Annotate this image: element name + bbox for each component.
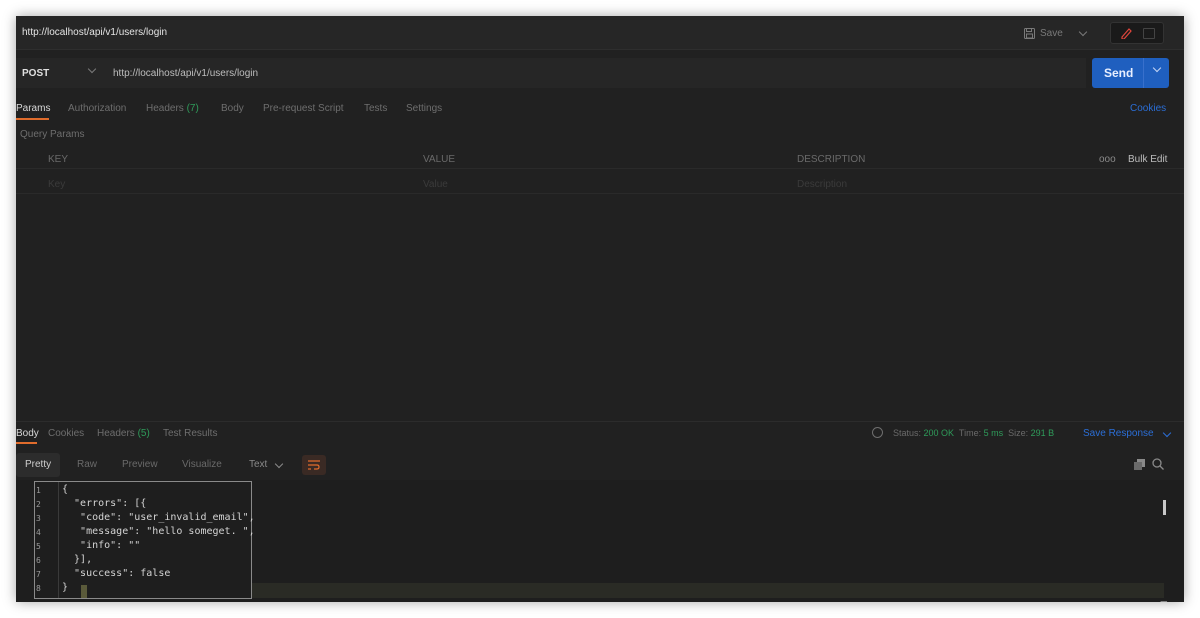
format-type-label: Text: [249, 459, 268, 470]
edit-toggle[interactable]: [1110, 22, 1164, 44]
code-selection-box: 1 2 3 4 5 6 7 8 { "errors": [{ "code": "…: [34, 481, 255, 599]
search-icon[interactable]: [1152, 458, 1164, 470]
save-label: Save: [1040, 27, 1063, 39]
key-input[interactable]: Key: [48, 179, 65, 190]
column-header-description: DESCRIPTION: [797, 154, 866, 165]
code-line: {: [62, 484, 69, 495]
format-tab-pretty[interactable]: Pretty: [16, 453, 61, 477]
method-select[interactable]: POST: [22, 68, 49, 79]
line-number: 6: [36, 556, 41, 565]
app-window: http://localhost/api/v1/users/login Save…: [16, 16, 1184, 602]
bulk-edit-button[interactable]: Bulk Edit: [1128, 154, 1167, 165]
format-tab-preview[interactable]: Preview: [113, 453, 167, 477]
chevron-down-icon[interactable]: [87, 64, 97, 74]
divider: [1143, 58, 1144, 88]
response-status: Status: 200 OK Time: 5 ms Size: 291 B: [893, 428, 1054, 438]
request-title[interactable]: http://localhost/api/v1/users/login: [22, 27, 167, 38]
response-divider[interactable]: [16, 421, 1184, 422]
save-button[interactable]: Save: [1022, 24, 1088, 42]
active-tab-indicator: [16, 442, 37, 444]
response-tab-headers-label: Headers: [97, 428, 135, 439]
description-input[interactable]: Description: [797, 179, 847, 190]
url-bar: POST http://localhost/api/v1/users/login: [16, 58, 1086, 88]
format-bar: Pretty Raw Preview Visualize Text: [16, 453, 326, 477]
response-headers-count: (5): [137, 428, 150, 439]
divider: [16, 168, 1184, 169]
response-tab-cookies[interactable]: Cookies: [48, 428, 84, 439]
status-value: 200 OK: [923, 428, 955, 438]
wrap-lines-button[interactable]: [302, 455, 326, 475]
value-input[interactable]: Value: [423, 179, 448, 190]
line-number: 2: [36, 500, 41, 509]
globe-icon[interactable]: [872, 427, 883, 438]
send-button[interactable]: Send: [1092, 58, 1169, 88]
tab-headers[interactable]: Headers (7): [146, 103, 199, 114]
tab-body[interactable]: Body: [221, 103, 244, 114]
tab-headers-label: Headers: [146, 103, 184, 114]
line-number: 7: [36, 570, 41, 579]
line-number: 8: [36, 584, 41, 593]
format-type-select[interactable]: Text: [240, 453, 291, 477]
time-label: Time:: [958, 428, 982, 438]
code-line: }],: [62, 554, 93, 565]
chevron-down-icon[interactable]: [1152, 63, 1162, 73]
chevron-down-icon[interactable]: [1163, 428, 1172, 438]
headers-count: (7): [186, 103, 199, 114]
tab-settings[interactable]: Settings: [406, 103, 442, 114]
tab-tests[interactable]: Tests: [364, 103, 387, 114]
save-response-button[interactable]: Save Response: [1083, 428, 1172, 439]
format-tab-visualize[interactable]: Visualize: [173, 453, 231, 477]
title-bar: http://localhost/api/v1/users/login Save: [16, 16, 1184, 50]
code-line: }: [62, 582, 69, 593]
more-icon[interactable]: ooo: [1099, 154, 1116, 165]
line-number: 3: [36, 514, 41, 523]
chevron-down-icon: [274, 459, 284, 469]
line-number: 4: [36, 528, 41, 537]
tab-params[interactable]: Params: [16, 103, 50, 114]
format-tab-raw[interactable]: Raw: [68, 453, 106, 477]
wrap-icon: [308, 460, 320, 470]
tab-authorization[interactable]: Authorization: [68, 103, 126, 114]
divider: [16, 193, 1184, 194]
tab-pre-request-script[interactable]: Pre-request Script: [263, 103, 344, 114]
document-icon[interactable]: [1143, 28, 1155, 39]
time-value: 5 ms: [983, 428, 1004, 438]
bracket-match-highlight: [81, 585, 87, 598]
status-label: Status:: [893, 428, 922, 438]
send-label: Send: [1104, 66, 1134, 80]
line-number: 1: [36, 486, 41, 495]
active-tab-indicator: [16, 118, 49, 120]
cookies-link[interactable]: Cookies: [1130, 103, 1166, 114]
size-value: 291 B: [1030, 428, 1055, 438]
copy-icon[interactable]: [1134, 459, 1145, 470]
chevron-down-icon[interactable]: [1078, 27, 1088, 36]
size-label: Size:: [1008, 428, 1029, 438]
text-cursor-icon: I: [1159, 598, 1169, 602]
response-body-editor[interactable]: 1 2 3 4 5 6 7 8 { "errors": [{ "code": "…: [16, 480, 1184, 602]
column-header-value: VALUE: [423, 154, 456, 165]
query-params-title: Query Params: [20, 129, 85, 140]
code-line: "code": "user_invalid_email",: [62, 512, 255, 523]
save-response-label: Save Response: [1083, 428, 1154, 439]
response-tab-test-results[interactable]: Test Results: [163, 428, 217, 439]
code-line: "message": "hello someget. ",: [62, 526, 255, 537]
pencil-icon[interactable]: [1119, 27, 1133, 39]
current-line-highlight: [252, 583, 1164, 598]
floppy-icon: [1024, 27, 1035, 39]
editor-scrollbar[interactable]: [1163, 500, 1166, 515]
line-number: 5: [36, 542, 41, 551]
line-number-gutter: 1 2 3 4 5 6 7 8: [35, 482, 59, 598]
response-tab-body[interactable]: Body: [16, 428, 39, 439]
response-tab-headers[interactable]: Headers (5): [97, 428, 150, 439]
column-header-key: KEY: [48, 154, 69, 165]
code-line: "errors": [{: [62, 498, 147, 509]
url-input[interactable]: http://localhost/api/v1/users/login: [113, 68, 258, 79]
code-line: "success": false: [62, 568, 171, 579]
code-line: "info": "": [62, 540, 141, 551]
